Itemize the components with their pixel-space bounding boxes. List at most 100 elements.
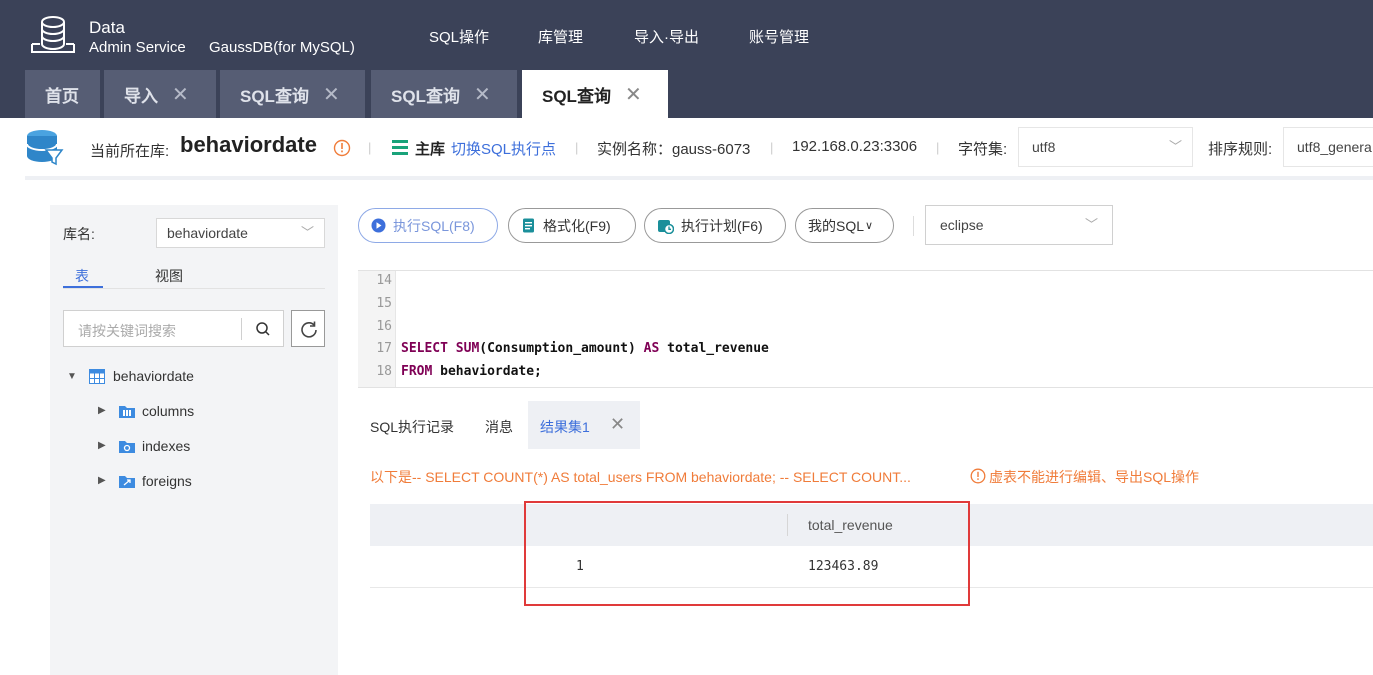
close-icon[interactable]: ✕ (323, 82, 340, 107)
editor-theme-select[interactable]: eclipse ﹀ (925, 205, 1113, 245)
caret-down-icon[interactable]: ▼ (67, 371, 77, 382)
play-icon (371, 218, 386, 233)
top-nav: Data Admin Service GaussDB(for MySQL) SQ… (0, 0, 1373, 68)
highlight-box (524, 501, 970, 606)
tree-node-columns[interactable]: columns (142, 403, 194, 419)
table-icon (89, 369, 105, 384)
separator: | (770, 140, 774, 155)
toolbar-separator (913, 216, 914, 236)
object-browser-panel (50, 205, 338, 675)
tab-sql-history[interactable]: SQL执行记录 (370, 417, 454, 437)
separator: | (936, 140, 940, 155)
database-cylinder-icon (26, 130, 64, 166)
code-line-18: FROM behaviordate; (401, 364, 542, 379)
tab-label: SQL查询 (240, 86, 309, 106)
tree-node-root[interactable]: behaviordate (113, 368, 194, 384)
chevron-down-icon: ﹀ (300, 225, 314, 240)
tab-sql-query-1[interactable]: SQL查询 ✕ (220, 70, 365, 118)
product-name: GaussDB(for MySQL) (209, 39, 355, 56)
virtual-table-warning: 虚表不能进行编辑、导出SQL操作 (989, 469, 1200, 485)
info-icon[interactable] (333, 139, 351, 157)
executed-sql-summary: 以下是-- SELECT COUNT(*) AS total_users FRO… (370, 469, 911, 485)
format-button[interactable]: 格式化(F9) (508, 208, 636, 243)
db-select-value: behaviordate (167, 225, 248, 241)
tab-tables[interactable]: 表 (75, 266, 89, 286)
tab-sql-query-active[interactable]: SQL查询 ✕ (522, 70, 668, 118)
foreigns-folder-icon (119, 476, 135, 488)
left-margin (0, 176, 25, 675)
caret-right-icon[interactable]: ▶ (98, 475, 106, 486)
tab-home[interactable]: 首页 (25, 70, 100, 118)
tab-label: SQL查询 (542, 86, 611, 106)
sql-function: SUM (455, 341, 480, 356)
tab-views[interactable]: 视图 (155, 266, 183, 286)
columns-folder-icon (119, 406, 135, 418)
chevron-down-icon: ﹀ (1168, 139, 1182, 154)
sql-keyword: SELECT (401, 341, 448, 356)
sql-keyword: AS (643, 341, 660, 356)
caret-right-icon[interactable]: ▶ (98, 405, 106, 416)
instance-address: 192.168.0.23:3306 (792, 138, 918, 155)
tab-label: 导入 (124, 86, 158, 106)
tree-node-indexes[interactable]: indexes (142, 438, 190, 454)
switch-execution-point-link[interactable]: 切换SQL执行点 (451, 138, 556, 159)
current-db-name: behaviordate (180, 132, 317, 157)
server-icon (392, 140, 408, 155)
brand-subtitle: Admin Service (89, 39, 186, 56)
active-tab-indicator (63, 286, 103, 288)
master-label: 主库 (415, 141, 446, 158)
editor-theme-value: eclipse (940, 217, 984, 233)
charset-select[interactable]: utf8 ﹀ (1018, 127, 1193, 167)
tab-bar: 首页 导入 ✕ SQL查询 ✕ SQL查询 ✕ SQL查询 ✕ (0, 68, 1373, 118)
line-number: 18 (376, 364, 392, 379)
collation-label: 排序规则: (1208, 141, 1273, 158)
refresh-button[interactable] (291, 310, 325, 347)
my-sql-dropdown[interactable]: 我的SQL ∨ (795, 208, 894, 243)
close-icon[interactable]: ✕ (625, 82, 642, 107)
charset-label: 字符集: (958, 141, 1008, 158)
close-icon[interactable]: ✕ (474, 82, 491, 107)
chevron-down-icon: ∨ (865, 220, 874, 232)
menu-sql-ops[interactable]: SQL操作 (429, 26, 489, 47)
explain-plan-button[interactable]: 执行计划(F6) (644, 208, 786, 243)
tab-import[interactable]: 导入 ✕ (104, 70, 216, 118)
separator: | (575, 140, 579, 155)
indexes-folder-icon (119, 441, 135, 453)
sql-keyword: FROM (401, 364, 433, 379)
database-logo-icon (31, 16, 75, 53)
code-line-17: SELECT SUM(Consumption_amount) AS total_… (401, 341, 769, 356)
close-icon[interactable]: ✕ (610, 414, 625, 435)
tab-messages[interactable]: 消息 (485, 417, 513, 437)
instance-name: 实例名称：gauss-6073 (597, 141, 751, 158)
line-number: 14 (376, 273, 392, 288)
caret-right-icon[interactable]: ▶ (98, 440, 106, 451)
tree-node-foreigns[interactable]: foreigns (142, 473, 192, 489)
collation-value: utf8_genera (1297, 139, 1372, 155)
menu-db-management[interactable]: 库管理 (538, 26, 583, 47)
tab-label: SQL查询 (391, 86, 460, 106)
execute-sql-button[interactable]: 执行SQL(F8) (358, 208, 498, 243)
refresh-icon (301, 321, 317, 338)
current-db-label: 当前所在库: (90, 143, 170, 160)
instance-info-bar: 当前所在库: behaviordate | 主库 切换SQL执行点 | 实例名称… (0, 118, 1373, 176)
tab-result-set-1[interactable]: 结果集1 (540, 417, 590, 437)
search-divider (241, 318, 242, 340)
tab-label: 首页 (45, 86, 79, 106)
plan-icon (658, 219, 674, 234)
charset-value: utf8 (1032, 139, 1056, 155)
object-search: 请按关键词搜索 (63, 310, 284, 347)
search-icon[interactable] (250, 317, 276, 341)
db-select[interactable]: behaviordate ﹀ (156, 218, 325, 248)
tab-divider (63, 288, 325, 289)
tab-sql-query-2[interactable]: SQL查询 ✕ (371, 70, 517, 118)
format-label: 格式化(F9) (543, 217, 611, 234)
search-input[interactable]: 请按关键词搜索 (78, 321, 176, 341)
explain-plan-label: 执行计划(F6) (681, 217, 763, 234)
my-sql-label: 我的SQL (808, 217, 865, 234)
menu-import-export[interactable]: 导入·导出 (634, 26, 699, 47)
db-select-label: 库名: (63, 226, 95, 242)
menu-account-management[interactable]: 账号管理 (749, 26, 809, 47)
chevron-down-icon: ﹀ (1084, 217, 1098, 232)
collation-select[interactable]: utf8_genera (1283, 127, 1373, 167)
close-icon[interactable]: ✕ (172, 82, 189, 107)
